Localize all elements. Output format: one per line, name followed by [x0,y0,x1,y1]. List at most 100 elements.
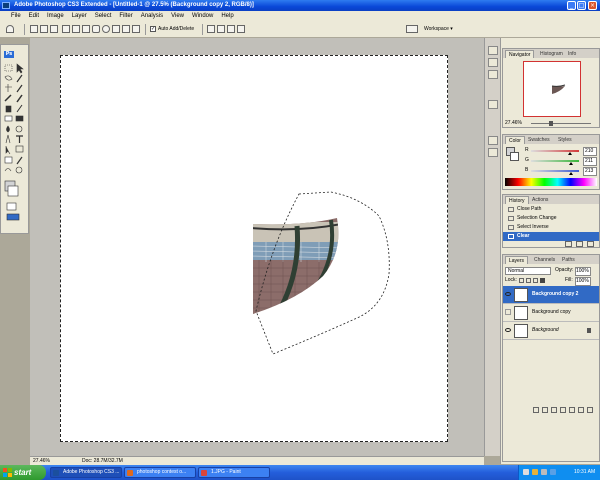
layer-visibility-empty-icon[interactable] [505,309,511,315]
layer-thumbnail[interactable] [514,288,528,302]
history-state-row[interactable]: Selection Change [503,214,599,223]
tab-history[interactable]: History [505,196,529,204]
create-snapshot-icon[interactable] [576,241,583,247]
history-state-row[interactable]: Clear [503,232,599,241]
layer-mask-icon[interactable] [551,407,557,413]
tool-presets-icon[interactable] [488,46,498,55]
adjustment-layer-icon[interactable] [560,407,566,413]
line-shape-icon[interactable] [122,25,130,33]
history-state-row[interactable]: Close Path [503,205,599,214]
tray-network-icon[interactable] [523,469,529,475]
menu-analysis[interactable]: Analysis [137,11,167,21]
brushes-icon[interactable] [488,58,498,67]
tab-navigator[interactable]: Navigator [505,50,535,58]
freeform-pen-icon[interactable] [72,25,80,33]
fill-pixels-icon[interactable] [50,25,58,33]
paths-mode-icon[interactable] [40,25,48,33]
intersect-path-icon[interactable] [227,25,235,33]
tab-info[interactable]: Info [565,50,579,58]
layer-comps-icon[interactable] [488,100,498,109]
menu-layer[interactable]: Layer [68,11,91,21]
pen-icon[interactable] [62,25,70,33]
workspace-menu[interactable]: Workspace ▾ [424,25,453,33]
color-channel-thumb[interactable] [569,172,573,175]
document-canvas[interactable] [60,55,448,442]
tray-volume-icon[interactable] [541,469,547,475]
tab-color[interactable]: Color [505,136,525,144]
tab-channels[interactable]: Channels [531,256,558,264]
shape-layers-icon[interactable] [30,25,38,33]
layer-name[interactable]: Background [532,327,559,334]
lock-pixels-icon[interactable] [526,278,531,283]
rectangle-shape-icon[interactable] [82,25,90,33]
rounded-rectangle-icon[interactable] [92,25,100,33]
go-to-bridge-icon[interactable] [406,25,418,33]
fill-value[interactable]: 100% [575,277,591,286]
layer-name[interactable]: Background copy 2 [532,291,578,298]
exclude-path-icon[interactable] [237,25,245,33]
close-button[interactable]: × [588,1,597,10]
layer-thumbnail[interactable] [514,306,528,320]
lock-all-icon[interactable] [540,278,545,283]
navigator-zoom-thumb[interactable] [549,121,553,126]
ellipse-shape-icon[interactable] [102,25,110,33]
layer-thumbnail[interactable] [514,324,528,338]
polygon-shape-icon[interactable] [112,25,120,33]
taskbar-task[interactable]: Adobe Photoshop CS3 ... [50,467,122,478]
history-trash-icon[interactable] [587,241,594,247]
new-document-from-state-icon[interactable] [565,241,572,247]
menu-view[interactable]: View [167,11,188,21]
layer-style-icon[interactable] [542,407,548,413]
clone-source-icon[interactable] [488,70,498,79]
custom-shape-icon[interactable] [132,25,140,33]
minimize-button[interactable]: _ [567,1,576,10]
navigator-zoom-slider[interactable] [531,123,591,124]
new-group-icon[interactable] [569,407,575,413]
maximize-button[interactable]: □ [577,1,586,10]
color-spectrum-ramp[interactable] [505,178,597,186]
tray-app-icon[interactable] [550,469,556,475]
opacity-value[interactable]: 100% [575,267,591,276]
navigator-zoom[interactable]: 27.46% [505,120,522,127]
menu-filter[interactable]: Filter [115,11,136,21]
layer-visibility-eye-icon[interactable] [505,328,511,332]
blend-mode-select[interactable]: Normal [505,267,551,275]
paragraph-icon[interactable] [488,148,498,157]
menu-window[interactable]: Window [188,11,217,21]
menu-file[interactable]: File [0,11,25,21]
color-channel-value[interactable]: 211 [583,157,597,166]
layer-name[interactable]: Background copy [532,309,571,316]
menu-select[interactable]: Select [91,11,116,21]
menu-image[interactable]: Image [43,11,68,21]
color-bg-swatch[interactable] [510,152,519,161]
subtract-path-icon[interactable] [217,25,225,33]
navigator-preview[interactable] [523,61,581,117]
auto-add-delete-checkbox[interactable]: ✓ [150,26,156,32]
history-state-row[interactable]: Select Inverse [503,223,599,232]
tab-actions[interactable]: Actions [529,196,551,204]
tab-layers[interactable]: Layers [505,256,529,264]
taskbar-task[interactable]: photoshop contest o... [124,467,196,478]
link-layers-icon[interactable] [533,407,539,413]
tab-histogram[interactable]: Histogram [537,50,566,58]
delete-layer-icon[interactable] [587,407,593,413]
clock[interactable]: 10:31 AM [574,465,595,480]
menu-help[interactable]: Help [217,11,237,21]
taskbar-task[interactable]: 1.JPG - Paint [198,467,270,478]
new-layer-icon[interactable] [578,407,584,413]
color-channel-value[interactable]: 210 [583,147,597,156]
pen-tool-preset-icon[interactable] [6,25,14,33]
tab-styles[interactable]: Styles [555,136,575,144]
start-button[interactable]: start [0,465,46,480]
menu-edit[interactable]: Edit [25,11,43,21]
tab-paths[interactable]: Paths [559,256,578,264]
add-to-path-icon[interactable] [207,25,215,33]
tab-swatches[interactable]: Swatches [525,136,553,144]
layer-visibility-eye-icon[interactable] [505,292,511,296]
color-channel-thumb[interactable] [568,152,572,155]
character-icon[interactable] [488,136,498,145]
lock-position-icon[interactable] [533,278,538,283]
color-channel-value[interactable]: 213 [583,167,597,176]
lock-transparency-icon[interactable] [519,278,524,283]
canvas-area[interactable] [30,38,484,456]
